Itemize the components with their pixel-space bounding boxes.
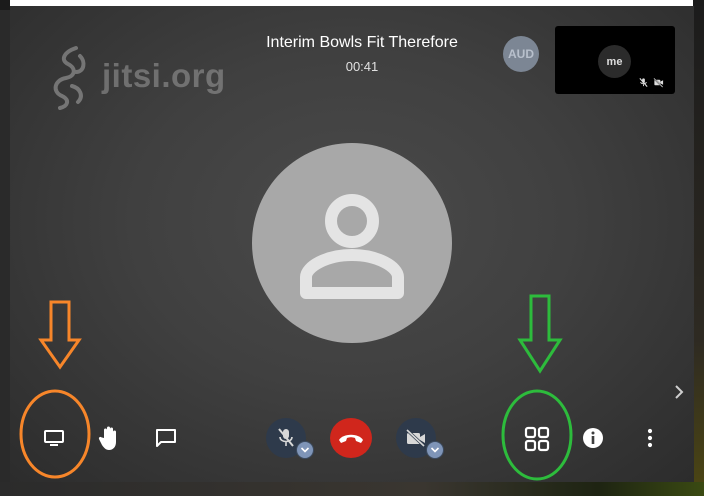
video-settings-caret[interactable] xyxy=(426,441,444,459)
screen-share-button[interactable] xyxy=(40,426,68,450)
info-button[interactable] xyxy=(581,426,605,450)
dominant-speaker-avatar xyxy=(252,143,452,343)
chat-button[interactable] xyxy=(152,426,180,450)
tile-view-icon xyxy=(524,426,550,452)
window-right-gutter xyxy=(694,6,704,482)
raise-hand-icon xyxy=(98,426,116,450)
jitsi-watermark: jitsi.org xyxy=(46,42,225,112)
person-icon xyxy=(300,194,404,299)
local-video-thumbnail[interactable]: me xyxy=(555,26,675,94)
more-options-button[interactable] xyxy=(640,426,660,450)
meeting-title: Interim Bowls Fit Therefore xyxy=(266,34,458,51)
hangup-button[interactable] xyxy=(330,418,372,458)
meeting-duration: 00:41 xyxy=(345,59,379,74)
raise-hand-button[interactable] xyxy=(96,424,124,452)
chevron-down-icon xyxy=(300,447,310,453)
local-avatar: me xyxy=(598,45,631,78)
camera-off-icon xyxy=(405,429,426,447)
chevron-down-icon xyxy=(430,447,440,453)
chat-icon xyxy=(156,429,176,447)
jitsi-logo-icon xyxy=(53,46,86,110)
audio-settings-caret[interactable] xyxy=(296,441,314,459)
info-icon xyxy=(583,428,603,448)
desktop-share-icon xyxy=(44,430,64,446)
chevron-right-icon[interactable] xyxy=(673,384,685,400)
hangup-icon xyxy=(339,434,363,443)
more-vertical-icon xyxy=(647,428,653,448)
tile-view-button[interactable] xyxy=(522,424,552,454)
mic-muted-icon xyxy=(278,428,294,447)
desktop-background-strip xyxy=(0,482,704,496)
remote-participant-avatar[interactable]: AUD xyxy=(503,36,539,72)
orange-arrow-annotation xyxy=(38,300,82,370)
green-arrow-annotation xyxy=(517,294,563,374)
conference-stage: jitsi.org Interim Bowls Fit Therefore 00… xyxy=(10,6,694,482)
camera-off-indicator-icon xyxy=(653,77,664,88)
mic-muted-indicator-icon xyxy=(639,78,648,87)
